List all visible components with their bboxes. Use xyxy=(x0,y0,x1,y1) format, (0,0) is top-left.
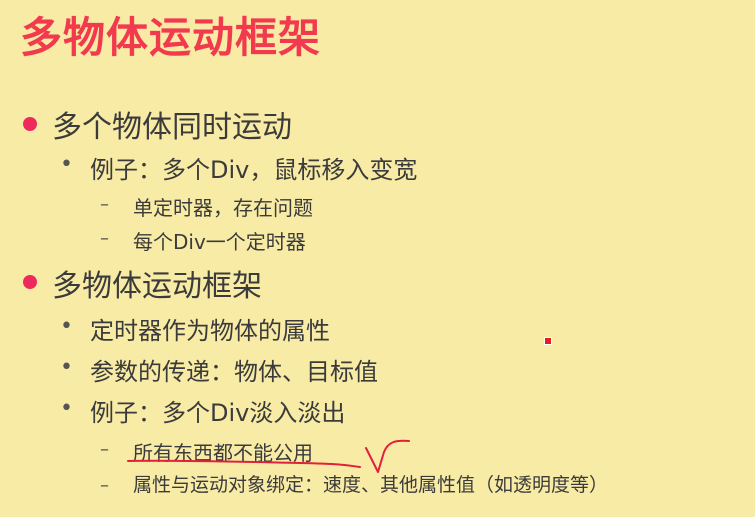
underline-annotation xyxy=(127,459,361,468)
annotation-layer xyxy=(127,439,410,473)
slide: 多物体运动框架 多个物体同时运动 • 例子：多个Div，鼠标移入变宽 – 单定时… xyxy=(0,0,755,517)
checkmark-annotation xyxy=(365,439,410,473)
